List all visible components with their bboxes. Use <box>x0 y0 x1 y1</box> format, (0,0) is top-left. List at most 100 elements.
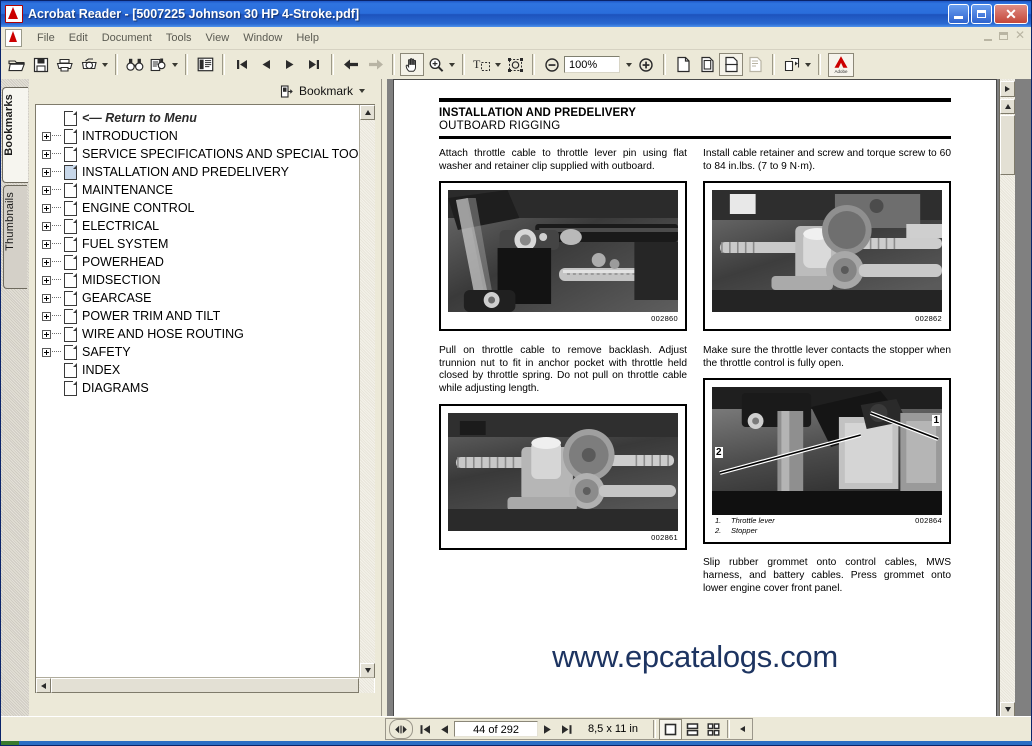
menu-help[interactable]: Help <box>289 30 326 46</box>
expand-plus-icon[interactable] <box>42 221 51 231</box>
bookmark-item[interactable]: ENGINE CONTROL <box>36 199 358 217</box>
bookmark-menu-icon[interactable] <box>280 84 293 98</box>
menu-edit[interactable]: Edit <box>62 30 95 46</box>
bookmark-page-icon[interactable] <box>64 308 77 324</box>
zoom-level-dropdown-icon[interactable] <box>626 62 632 67</box>
fit-width-icon[interactable] <box>719 53 743 76</box>
expand-plus-icon[interactable] <box>42 203 51 213</box>
zoom-out-button[interactable] <box>540 53 564 76</box>
search-icon[interactable] <box>147 53 171 76</box>
bookmark-item[interactable]: SAFETY <box>36 343 358 361</box>
bookmark-page-icon[interactable] <box>64 236 77 252</box>
mdi-restore-button[interactable] <box>998 31 1008 40</box>
actual-size-icon[interactable] <box>671 53 695 76</box>
bookmark-page-icon[interactable] <box>64 272 77 288</box>
document-scroll-thumb[interactable] <box>1000 115 1015 175</box>
continuous-facing-mode-button[interactable] <box>703 720 724 739</box>
mdi-close-button[interactable]: ✕ <box>1015 29 1025 41</box>
bookmark-item[interactable]: SERVICE SPECIFICATIONS AND SPECIAL TOO <box>36 145 358 163</box>
expand-plus-icon[interactable] <box>42 311 51 321</box>
go-back-icon[interactable] <box>339 53 363 76</box>
menu-view[interactable]: View <box>199 30 237 46</box>
previous-page-icon[interactable] <box>254 53 278 76</box>
adobe-online-button[interactable]: Adobe <box>828 52 854 77</box>
continuous-mode-button[interactable] <box>682 720 703 739</box>
status-last-page-button[interactable] <box>557 720 576 738</box>
open-file-icon[interactable] <box>5 53 29 76</box>
document-scroll-up-button[interactable] <box>1000 99 1015 114</box>
bookmark-item[interactable]: GEARCASE <box>36 289 358 307</box>
bookmark-item[interactable]: WIRE AND HOSE ROUTING <box>36 325 358 343</box>
hand-tool-icon[interactable] <box>400 53 424 76</box>
close-button[interactable]: ✕ <box>994 4 1028 24</box>
expand-plus-icon[interactable] <box>42 149 51 159</box>
single-page-mode-button[interactable] <box>658 718 682 740</box>
bookmarks-scroll-up-button[interactable] <box>360 105 375 120</box>
search-dropdown-icon[interactable] <box>172 62 178 67</box>
menu-file[interactable]: File <box>30 30 62 46</box>
bookmarks-scroll-down-button[interactable] <box>360 663 375 678</box>
bookmarks-vertical-scrollbar[interactable] <box>359 105 375 678</box>
status-scroll-left-button[interactable] <box>733 720 752 738</box>
bookmark-item[interactable]: MAINTENANCE <box>36 181 358 199</box>
document-scroll-down-button[interactable] <box>1000 702 1015 717</box>
go-forward-icon[interactable] <box>363 53 387 76</box>
bookmark-page-icon[interactable] <box>64 200 77 216</box>
bookmark-item[interactable]: <— Return to Menu <box>36 109 358 127</box>
expand-plus-icon[interactable] <box>42 275 51 285</box>
bookmark-page-icon[interactable] <box>64 362 77 378</box>
first-page-icon[interactable] <box>230 53 254 76</box>
bookmark-item[interactable]: INDEX <box>36 361 358 379</box>
bookmark-item[interactable]: ELECTRICAL <box>36 217 358 235</box>
last-page-icon[interactable] <box>302 53 326 76</box>
expand-plus-icon[interactable] <box>42 167 51 177</box>
document-icon[interactable] <box>5 29 22 47</box>
bookmark-page-icon[interactable] <box>64 326 77 342</box>
bookmark-page-icon[interactable] <box>64 110 77 126</box>
resize-panel-handle[interactable] <box>389 719 413 739</box>
show-hide-navigation-icon[interactable] <box>193 53 217 76</box>
minimize-button[interactable] <box>948 4 969 24</box>
mdi-minimize-button[interactable] <box>983 38 992 41</box>
zoom-in-button[interactable] <box>634 53 658 76</box>
page-indicator[interactable]: 44 of 292 <box>454 721 538 737</box>
print-setup-dropdown-icon[interactable] <box>102 62 108 67</box>
bookmark-page-icon[interactable] <box>64 182 77 198</box>
text-select-dropdown-icon[interactable] <box>495 62 501 67</box>
bookmark-page-icon[interactable] <box>64 146 77 162</box>
zoom-level-input[interactable]: 100% <box>564 56 620 73</box>
rotate-view-icon[interactable] <box>780 53 804 76</box>
bookmark-page-icon[interactable] <box>64 344 77 360</box>
bookmarks-scroll-left-button[interactable] <box>36 678 51 693</box>
expand-plus-icon[interactable] <box>42 131 51 141</box>
bookmark-item[interactable]: INTRODUCTION <box>36 127 358 145</box>
expand-plus-icon[interactable] <box>42 329 51 339</box>
zoom-tool-dropdown-icon[interactable] <box>449 62 455 67</box>
tab-bookmarks[interactable]: Bookmarks <box>2 87 28 183</box>
bookmark-page-icon[interactable] <box>64 128 77 144</box>
bookmark-menu-dropdown-icon[interactable] <box>359 89 365 93</box>
next-page-scroll-button[interactable] <box>1000 81 1015 97</box>
status-first-page-button[interactable] <box>416 720 435 738</box>
menu-document[interactable]: Document <box>95 30 159 46</box>
bookmark-page-icon[interactable] <box>64 290 77 306</box>
bookmark-item[interactable]: FUEL SYSTEM <box>36 235 358 253</box>
text-select-tool-icon[interactable]: T <box>470 53 494 76</box>
status-previous-page-button[interactable] <box>435 720 454 738</box>
expand-plus-icon[interactable] <box>42 347 51 357</box>
find-icon[interactable] <box>123 53 147 76</box>
zoom-in-tool-icon[interactable] <box>424 53 448 76</box>
print-icon[interactable] <box>53 53 77 76</box>
status-next-page-button[interactable] <box>538 720 557 738</box>
bookmark-item[interactable]: POWER TRIM AND TILT <box>36 307 358 325</box>
reflow-icon[interactable] <box>743 53 767 76</box>
restore-button[interactable] <box>971 4 992 24</box>
bookmark-item[interactable]: MIDSECTION <box>36 271 358 289</box>
bookmark-item[interactable]: INSTALLATION AND PREDELIVERY <box>36 163 358 181</box>
expand-plus-icon[interactable] <box>42 293 51 303</box>
menu-tools[interactable]: Tools <box>159 30 199 46</box>
expand-plus-icon[interactable] <box>42 257 51 267</box>
bookmarks-horizontal-scrollbar[interactable] <box>36 677 374 693</box>
bookmark-page-icon[interactable] <box>64 380 77 396</box>
save-file-icon[interactable] <box>29 53 53 76</box>
